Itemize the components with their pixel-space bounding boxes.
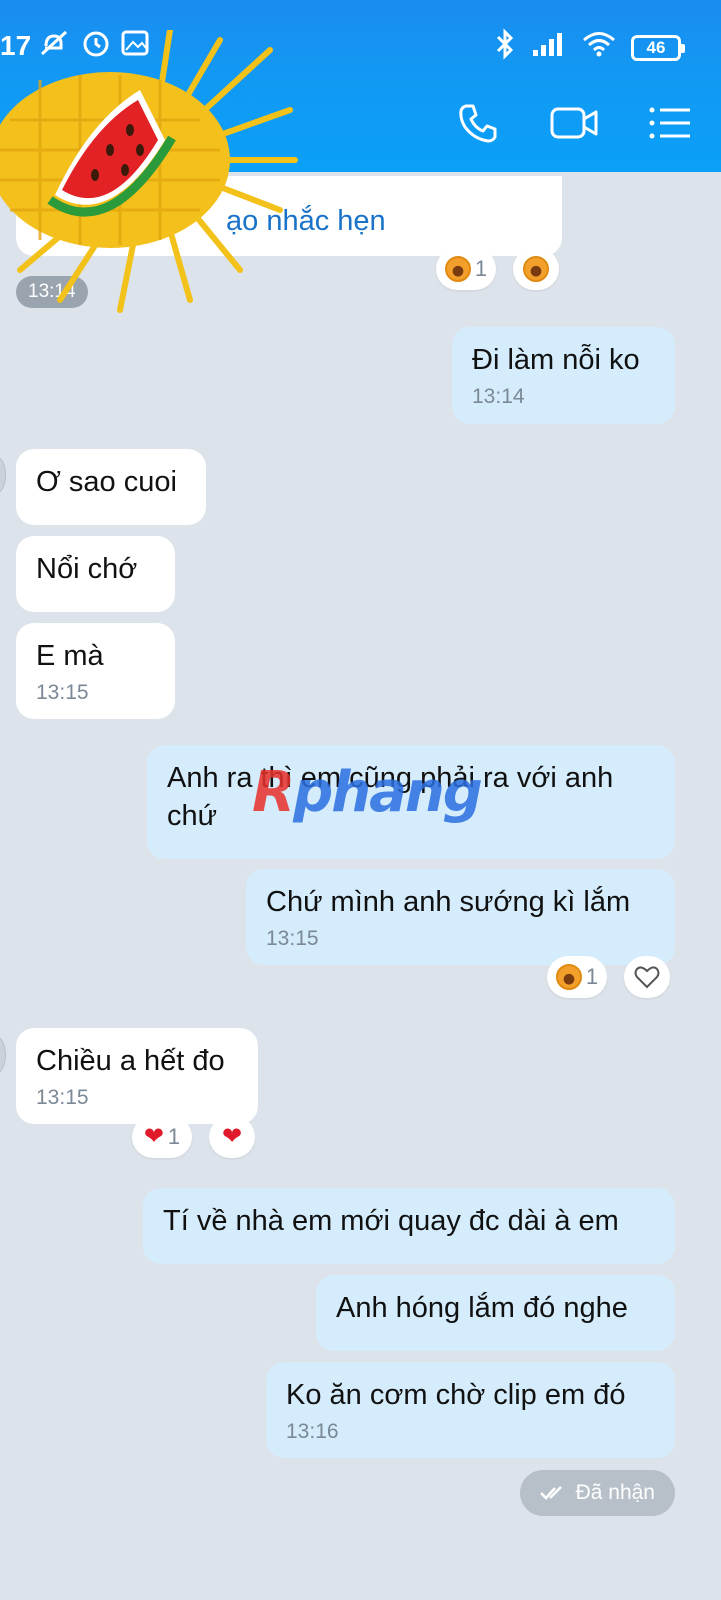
message-text: Đi làm nỗi ko bbox=[472, 344, 640, 376]
message-text: Ơ sao cuoi bbox=[36, 466, 177, 498]
reaction-summary[interactable]: 1 bbox=[547, 956, 607, 998]
watermelon-sticker-icon bbox=[0, 30, 298, 313]
message-text: Tí về nhà em mới quay đc dài à em bbox=[163, 1205, 619, 1237]
message-outgoing[interactable]: Tí về nhà em mới quay đc dài à em bbox=[143, 1188, 675, 1264]
laugh-emoji-icon bbox=[555, 964, 582, 990]
watermark-logo: Rphang bbox=[252, 760, 483, 825]
battery-icon: 46 bbox=[631, 34, 685, 61]
react-button[interactable] bbox=[624, 956, 670, 998]
react-button[interactable] bbox=[513, 248, 559, 290]
laugh-emoji-icon bbox=[523, 256, 549, 282]
delivery-status: Đã nhận bbox=[519, 1470, 675, 1516]
message-text: E mà bbox=[36, 640, 104, 672]
chat-area[interactable]: ạo nhắc hẹn 13:14 1 Đi làm nỗi ko 13:14 … bbox=[0, 172, 721, 1600]
message-outgoing[interactable]: Chứ mình anh sướng kì lắm 13:15 bbox=[246, 869, 675, 965]
message-text: Nổi chớ bbox=[36, 553, 138, 585]
react-button[interactable]: ❤ bbox=[209, 1116, 255, 1158]
message-time: 13:16 bbox=[286, 1420, 339, 1443]
message-incoming[interactable]: Ơ sao cuoi bbox=[16, 449, 206, 525]
message-text: Chiều a hết đo bbox=[36, 1045, 225, 1077]
reaction-count: 1 bbox=[167, 1124, 181, 1149]
heart-icon: ❤ bbox=[143, 1123, 164, 1150]
wifi-icon bbox=[581, 30, 617, 65]
reaction-count: 1 bbox=[474, 256, 488, 281]
message-text: Ko ăn cơm chờ clip em đó bbox=[286, 1379, 626, 1411]
reaction-count: 1 bbox=[585, 964, 599, 989]
avatar[interactable] bbox=[0, 1036, 6, 1074]
bluetooth-icon bbox=[493, 28, 517, 67]
signal-icon bbox=[531, 30, 567, 65]
message-incoming[interactable]: Chiều a hết đo 13:15 bbox=[16, 1028, 258, 1124]
message-time: 13:15 bbox=[36, 681, 89, 704]
heart-outline-icon bbox=[634, 966, 660, 989]
message-text: Anh hóng lắm đó nghe bbox=[336, 1292, 628, 1324]
delivery-status-label: Đã nhận bbox=[575, 1481, 655, 1504]
phone-icon[interactable] bbox=[453, 100, 503, 146]
message-time: 13:15 bbox=[266, 927, 319, 950]
double-check-icon bbox=[539, 1486, 562, 1500]
menu-list-icon[interactable] bbox=[645, 100, 695, 146]
reaction-summary[interactable]: ❤ 1 bbox=[132, 1116, 192, 1158]
message-incoming[interactable]: Nổi chớ bbox=[16, 536, 175, 612]
message-time: 13:14 bbox=[472, 385, 525, 408]
laugh-emoji-icon bbox=[444, 256, 471, 282]
message-outgoing[interactable]: Anh hóng lắm đó nghe bbox=[316, 1275, 675, 1351]
message-outgoing[interactable]: Đi làm nỗi ko 13:14 bbox=[452, 327, 675, 424]
video-call-icon[interactable] bbox=[549, 100, 599, 146]
message-outgoing[interactable]: Ko ăn cơm chờ clip em đó 13:16 bbox=[266, 1362, 675, 1458]
message-text: Chứ mình anh sướng kì lắm bbox=[266, 886, 631, 918]
reaction-summary[interactable]: 1 bbox=[436, 248, 496, 290]
heart-icon: ❤ bbox=[221, 1123, 243, 1150]
message-time: 13:15 bbox=[36, 1086, 89, 1109]
message-incoming[interactable]: E mà 13:15 bbox=[16, 623, 175, 719]
avatar[interactable] bbox=[0, 456, 6, 494]
